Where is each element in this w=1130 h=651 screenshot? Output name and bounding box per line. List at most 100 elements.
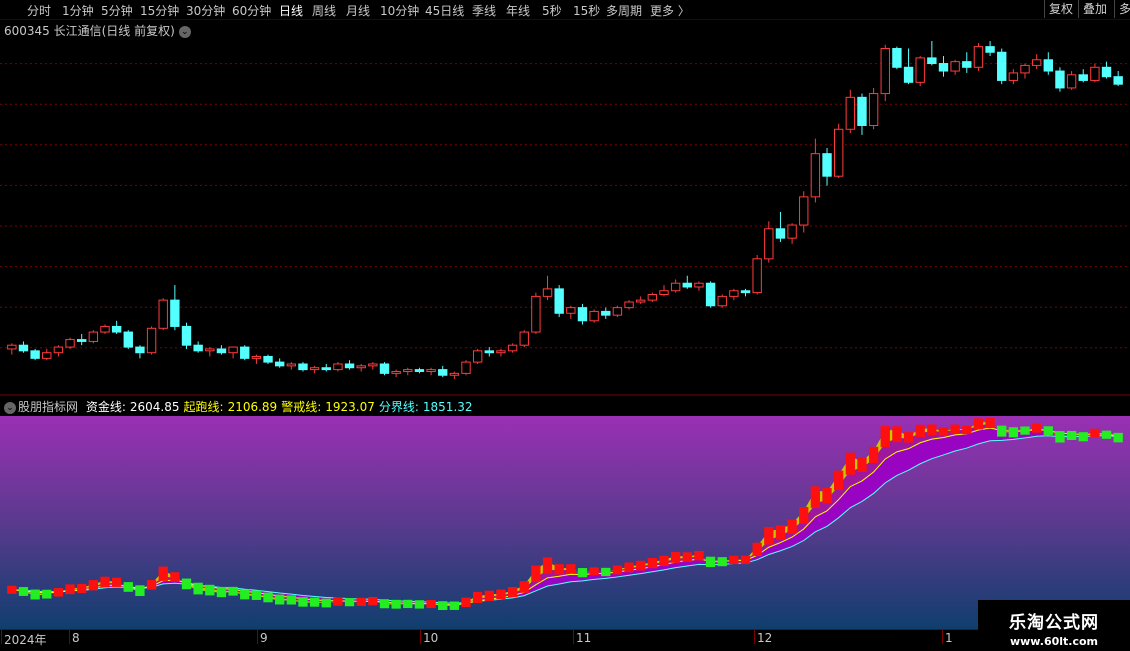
fund-bar-down bbox=[1113, 432, 1123, 443]
candle-body-down bbox=[985, 46, 995, 53]
period-toolbar: 分时 1分钟 5分钟 15分钟 30分钟 60分钟 日线 周线 月线 10分钟 45日线 季线 年线 5秒… bbox=[0, 0, 1130, 20]
fund-bar-up bbox=[694, 550, 704, 561]
candle-body-down bbox=[274, 361, 285, 367]
date-tick bbox=[573, 630, 574, 644]
candle-body-up bbox=[752, 258, 762, 294]
period-tab[interactable]: 30分钟 bbox=[186, 2, 225, 19]
fund-bar-down bbox=[30, 589, 40, 600]
period-tab[interactable]: 45日线 bbox=[425, 2, 464, 19]
candle-body-down bbox=[601, 310, 611, 316]
candle-body-up bbox=[205, 348, 215, 352]
date-tick bbox=[257, 630, 258, 644]
stock-title[interactable]: 600345 长江通信(日线 前复权) ⌄ bbox=[4, 22, 191, 39]
price-chart[interactable] bbox=[0, 19, 1130, 396]
chevron-down-icon[interactable]: ⌄ bbox=[4, 401, 16, 414]
date-label: 9 bbox=[260, 631, 268, 645]
date-tick bbox=[69, 630, 70, 644]
fund-bar-up bbox=[880, 426, 890, 448]
candle-body-up bbox=[717, 295, 727, 307]
indicator-chart[interactable] bbox=[0, 416, 1130, 629]
candle-body-down bbox=[927, 57, 937, 65]
fund-bar-up bbox=[519, 581, 529, 593]
date-label: 11 bbox=[576, 631, 592, 645]
period-tab[interactable]: 60分钟 bbox=[232, 2, 271, 19]
fund-bar-up bbox=[670, 552, 681, 563]
candle-body-up bbox=[589, 310, 599, 322]
candle-body-up bbox=[670, 282, 681, 292]
fund-bar-down bbox=[601, 567, 611, 577]
period-tab[interactable]: 5秒 bbox=[542, 2, 562, 19]
period-tab[interactable]: 分时 bbox=[27, 2, 51, 19]
fund-bar-down bbox=[1055, 431, 1065, 443]
watermark: 乐淘公式网 www.60lt.com bbox=[978, 600, 1130, 650]
period-tab[interactable]: 5分钟 bbox=[101, 2, 133, 19]
fund-bar-down bbox=[705, 556, 716, 568]
candle-body-up bbox=[449, 372, 460, 376]
candle-body-up bbox=[519, 331, 529, 346]
more-periods-button[interactable]: 更多 〉 bbox=[650, 2, 690, 19]
fund-bar-up bbox=[542, 557, 553, 574]
candle-body-down bbox=[379, 363, 390, 374]
fund-bar-down bbox=[251, 590, 262, 600]
restore-button[interactable]: 复权 bbox=[1044, 0, 1073, 18]
date-label: 2024年 bbox=[4, 633, 47, 647]
fund-bar-down bbox=[123, 582, 133, 592]
candle-body-up bbox=[53, 346, 64, 354]
indicator-name: 股朋指标网 bbox=[18, 400, 79, 414]
period-tab[interactable]: 1分钟 bbox=[62, 2, 94, 19]
fund-bar-up bbox=[566, 564, 576, 574]
fund-bar-up bbox=[740, 555, 751, 564]
period-tab[interactable]: 日线 bbox=[279, 2, 303, 19]
fund-bar-up bbox=[845, 452, 855, 475]
candle-body-up bbox=[566, 307, 576, 314]
candle-body-down bbox=[705, 282, 716, 307]
watermark-url: www.60lt.com bbox=[1009, 635, 1099, 648]
period-tab[interactable]: 月线 bbox=[346, 2, 370, 19]
candle-body-up bbox=[158, 299, 168, 329]
candle-body-up bbox=[764, 228, 774, 260]
candle-body-down bbox=[438, 369, 448, 376]
candle-body-up bbox=[368, 363, 378, 367]
legend-label: 资金线: bbox=[85, 400, 126, 414]
fund-bar-down bbox=[1101, 430, 1112, 439]
candle-body-down bbox=[775, 228, 786, 239]
multi-button[interactable]: 多 bbox=[1114, 0, 1130, 18]
fund-bar-down bbox=[391, 599, 401, 609]
candle-body-up bbox=[100, 325, 110, 333]
period-tab[interactable]: 15秒 bbox=[573, 2, 600, 19]
overlay-button[interactable]: 叠加 bbox=[1078, 0, 1107, 18]
period-tab[interactable]: 多周期 bbox=[606, 2, 642, 19]
fund-bar-up bbox=[426, 600, 436, 609]
fund-bar-up bbox=[531, 565, 541, 582]
fund-bar-up bbox=[111, 577, 122, 587]
candle-body-up bbox=[694, 282, 704, 288]
fund-bar-up bbox=[822, 488, 832, 504]
period-tab[interactable]: 周线 bbox=[312, 2, 336, 19]
fund-bar-up bbox=[857, 457, 867, 472]
candle-body-down bbox=[298, 363, 308, 371]
fund-bar-down bbox=[228, 586, 238, 596]
period-tab[interactable]: 年线 bbox=[506, 2, 530, 19]
period-tab[interactable]: 10分钟 bbox=[380, 2, 419, 19]
fund-bar-up bbox=[834, 470, 844, 491]
fund-bar-up bbox=[554, 564, 564, 575]
legend-value: 2604.85 bbox=[129, 400, 180, 414]
fund-bar-up bbox=[356, 597, 366, 606]
fund-bar-up bbox=[775, 525, 786, 540]
fund-bar-up bbox=[799, 507, 809, 524]
chevron-down-icon[interactable]: ⌄ bbox=[178, 25, 191, 38]
candle-body-down bbox=[18, 344, 29, 352]
candle-body-up bbox=[309, 367, 320, 371]
date-tick bbox=[420, 630, 421, 644]
fund-bar-up bbox=[158, 566, 168, 581]
fund-bar-down bbox=[1078, 432, 1088, 442]
fund-bar-up bbox=[589, 567, 599, 576]
candle-body-down bbox=[111, 325, 122, 333]
fund-bar-up bbox=[915, 424, 925, 438]
candle-body-down bbox=[263, 355, 273, 363]
candle-body-up bbox=[973, 46, 984, 68]
period-tab[interactable]: 15分钟 bbox=[140, 2, 179, 19]
candle-body-up bbox=[391, 370, 401, 374]
candle-body-up bbox=[251, 355, 262, 359]
period-tab[interactable]: 季线 bbox=[472, 2, 496, 19]
